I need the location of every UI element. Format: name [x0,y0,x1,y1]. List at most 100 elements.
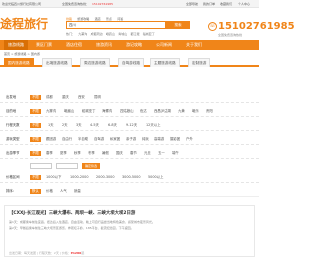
filter-option[interactable]: 亲子游 [126,137,136,142]
filter-option[interactable]: 2天 [62,123,68,128]
nav-item-company-news[interactable]: 公司新闻 [156,40,172,50]
filter-option[interactable]: 1000以下 [46,175,61,180]
hotline-label: 全国免费咨询热线： [62,2,90,6]
sort-option[interactable]: 人气 [60,189,67,194]
filter-option[interactable]: 3000-5000 [122,175,140,180]
filter-option[interactable]: 冬季 [88,151,95,156]
sort-option[interactable]: 价格 [46,189,53,194]
filter-option[interactable]: 峨眉山 [64,109,74,114]
filter-option[interactable]: 春节 [130,151,137,156]
filter-option[interactable]: 四姑娘山 [120,109,134,114]
filter-option[interactable]: 不限 [30,109,41,114]
price-confirm-button[interactable]: 确定筛选 [82,163,100,169]
sort-option[interactable]: 销量 [74,189,81,194]
route-result-card[interactable]: 【CXXJ-长江观光】三峡大瀑布、两坝一峡、三峡大坝大坝2日游 第1天：成都乘车… [4,205,255,257]
hot-keyword[interactable]: 峨眉山 [106,32,115,36]
site-logo[interactable]: 途程旅行 [0,17,48,31]
filter-option[interactable]: 高端游 [154,137,164,142]
filter-option[interactable]: 5000以上 [148,175,163,180]
filter-option[interactable]: 不限 [30,175,41,180]
filter-option[interactable]: 西安 [78,95,85,100]
route-title[interactable]: 【CXXJ-长江观光】三峡大瀑布、两坝一峡、三峡大坝大坝2日游 [9,210,135,216]
filter-option[interactable]: 2000-3000 [96,175,114,180]
tab-nearby[interactable]: 周边旅游线路 [80,58,110,67]
filter-option[interactable]: 半自助 [78,137,88,142]
filter-option[interactable]: 九黄 [178,109,185,114]
filter-option[interactable]: 春季 [46,151,53,156]
tab-selfdrive[interactable]: 自驾游线路 [118,58,144,67]
hot-keyword[interactable]: 九寨沟 [78,32,87,36]
filter-option[interactable]: 6-8天 [108,123,117,128]
topbar-link-favorite[interactable]: 收藏我们 [220,2,232,6]
filter-option[interactable]: 不限 [30,137,41,142]
hot-keyword[interactable]: 稻城亚丁 [143,32,155,36]
filter-option[interactable]: 跟团游 [46,137,56,142]
search-input-value: 四川 [69,23,76,27]
topbar-link-account[interactable]: 个人中心 [238,2,250,6]
main-nav: 旅游线路 景区门票 酒店住宿 旅游资讯 游记攻略 公司新闻 关于我们 [0,40,259,50]
tab-domestic[interactable]: 国内旅游线路 [4,58,34,67]
filter-option[interactable]: 1天 [48,123,54,128]
filter-option[interactable]: 暑假 [102,151,109,156]
nav-item-about[interactable]: 关于我们 [186,40,202,50]
filter-option[interactable]: 西昌泸沽湖 [154,109,171,114]
filter-option[interactable]: 9-12天 [126,123,137,128]
filter-option[interactable]: 自驾游 [94,137,104,142]
hot-keyword[interactable]: 都江堰 [130,32,139,36]
filter-label: 出游季节 [6,151,20,155]
filter-option[interactable]: 夏季 [60,151,67,156]
search-type-tabs: 线路 旅游攻略 酒店 景点 问答 [66,16,127,21]
nav-item-news[interactable]: 旅游资讯 [96,40,112,50]
filter-option[interactable]: 元旦 [144,151,151,156]
filter-option[interactable]: 九寨沟 [46,109,56,114]
hot-keyword[interactable]: 青城山 [118,32,127,36]
route-category-tabs: 国内旅游线路 出境旅游线路 周边旅游线路 自驾游线路 主题旅游线路 定制旅游 [0,58,259,67]
route-desc-day1: 第1天：成都乘车前往宜昌，抵达后入住酒店，自由活动，晚上可自行品尝当地特色美食，… [9,220,155,224]
filter-option[interactable]: 色达 [140,109,147,114]
search-input[interactable]: 四川 [66,21,166,29]
topbar-link-nav[interactable]: 全部导航 [186,2,198,6]
hot-keyword[interactable]: 成都周边 [91,32,103,36]
tab-custom[interactable]: 定制旅游 [188,58,211,67]
filter-option[interactable]: 重庆 [62,95,69,100]
filter-option[interactable]: 秋季 [74,151,81,156]
topbar-link-orders[interactable]: 我的订单 [203,2,215,6]
search-button[interactable]: 搜索 [166,21,190,29]
sort-option[interactable]: 默认 [30,189,41,194]
filter-option[interactable]: 昆明 [94,95,101,100]
filter-label: 价格区间 [6,175,20,179]
filter-option[interactable]: 12天以上 [146,123,161,128]
price-min-input[interactable] [30,163,52,169]
filter-option[interactable]: 成都 [46,95,53,100]
filter-option[interactable]: 自由行 [62,137,72,142]
filter-option[interactable]: 1000-2000 [70,175,88,180]
filter-option[interactable]: 不限 [30,95,41,100]
price-max-input[interactable] [56,163,78,169]
route-price-suffix: 起 [81,251,85,255]
nav-item-routes[interactable]: 旅游线路 [4,40,28,50]
nav-item-hotels[interactable]: 酒店住宿 [66,40,82,50]
route-price: ¥1280 [70,251,82,255]
filter-option[interactable]: 稻城亚丁 [82,109,96,114]
filter-option[interactable]: 海螺沟 [102,109,112,114]
filter-option[interactable]: 户外 [186,137,193,142]
filter-row-departure: 出发地 不限 成都 重庆 西安 昆明 [0,93,259,103]
filter-option[interactable]: 端午 [172,151,179,156]
tab-theme[interactable]: 主题旅游线路 [150,58,180,67]
filter-option[interactable]: 摄影团 [170,137,180,142]
header: 途程旅行 线路 旅游攻略 酒店 景点 问答 四川 搜索 热门： 九寨沟 成都周边… [0,9,295,39]
filter-option[interactable]: 不限 [30,123,41,128]
route-meta-text: 出发日期：每天发团 | 行程天数：2天 | 价格： [9,251,71,255]
nav-item-guides[interactable]: 游记攻略 [126,40,142,50]
filter-option[interactable]: 五一 [158,151,165,156]
filter-option[interactable]: 贵阳 [206,109,213,114]
tab-outbound[interactable]: 出境旅游线路 [42,58,72,67]
nav-item-tickets[interactable]: 景区门票 [36,40,52,50]
filter-option[interactable]: 国庆 [116,151,123,156]
filter-option[interactable]: 不限 [30,151,41,156]
filter-option[interactable]: 峨乐 [192,109,199,114]
filter-option[interactable]: 4-5天 [90,123,99,128]
filter-option[interactable]: 私家团 [110,137,120,142]
filter-option[interactable]: 纯玩 [142,137,149,142]
filter-option[interactable]: 3天 [76,123,82,128]
